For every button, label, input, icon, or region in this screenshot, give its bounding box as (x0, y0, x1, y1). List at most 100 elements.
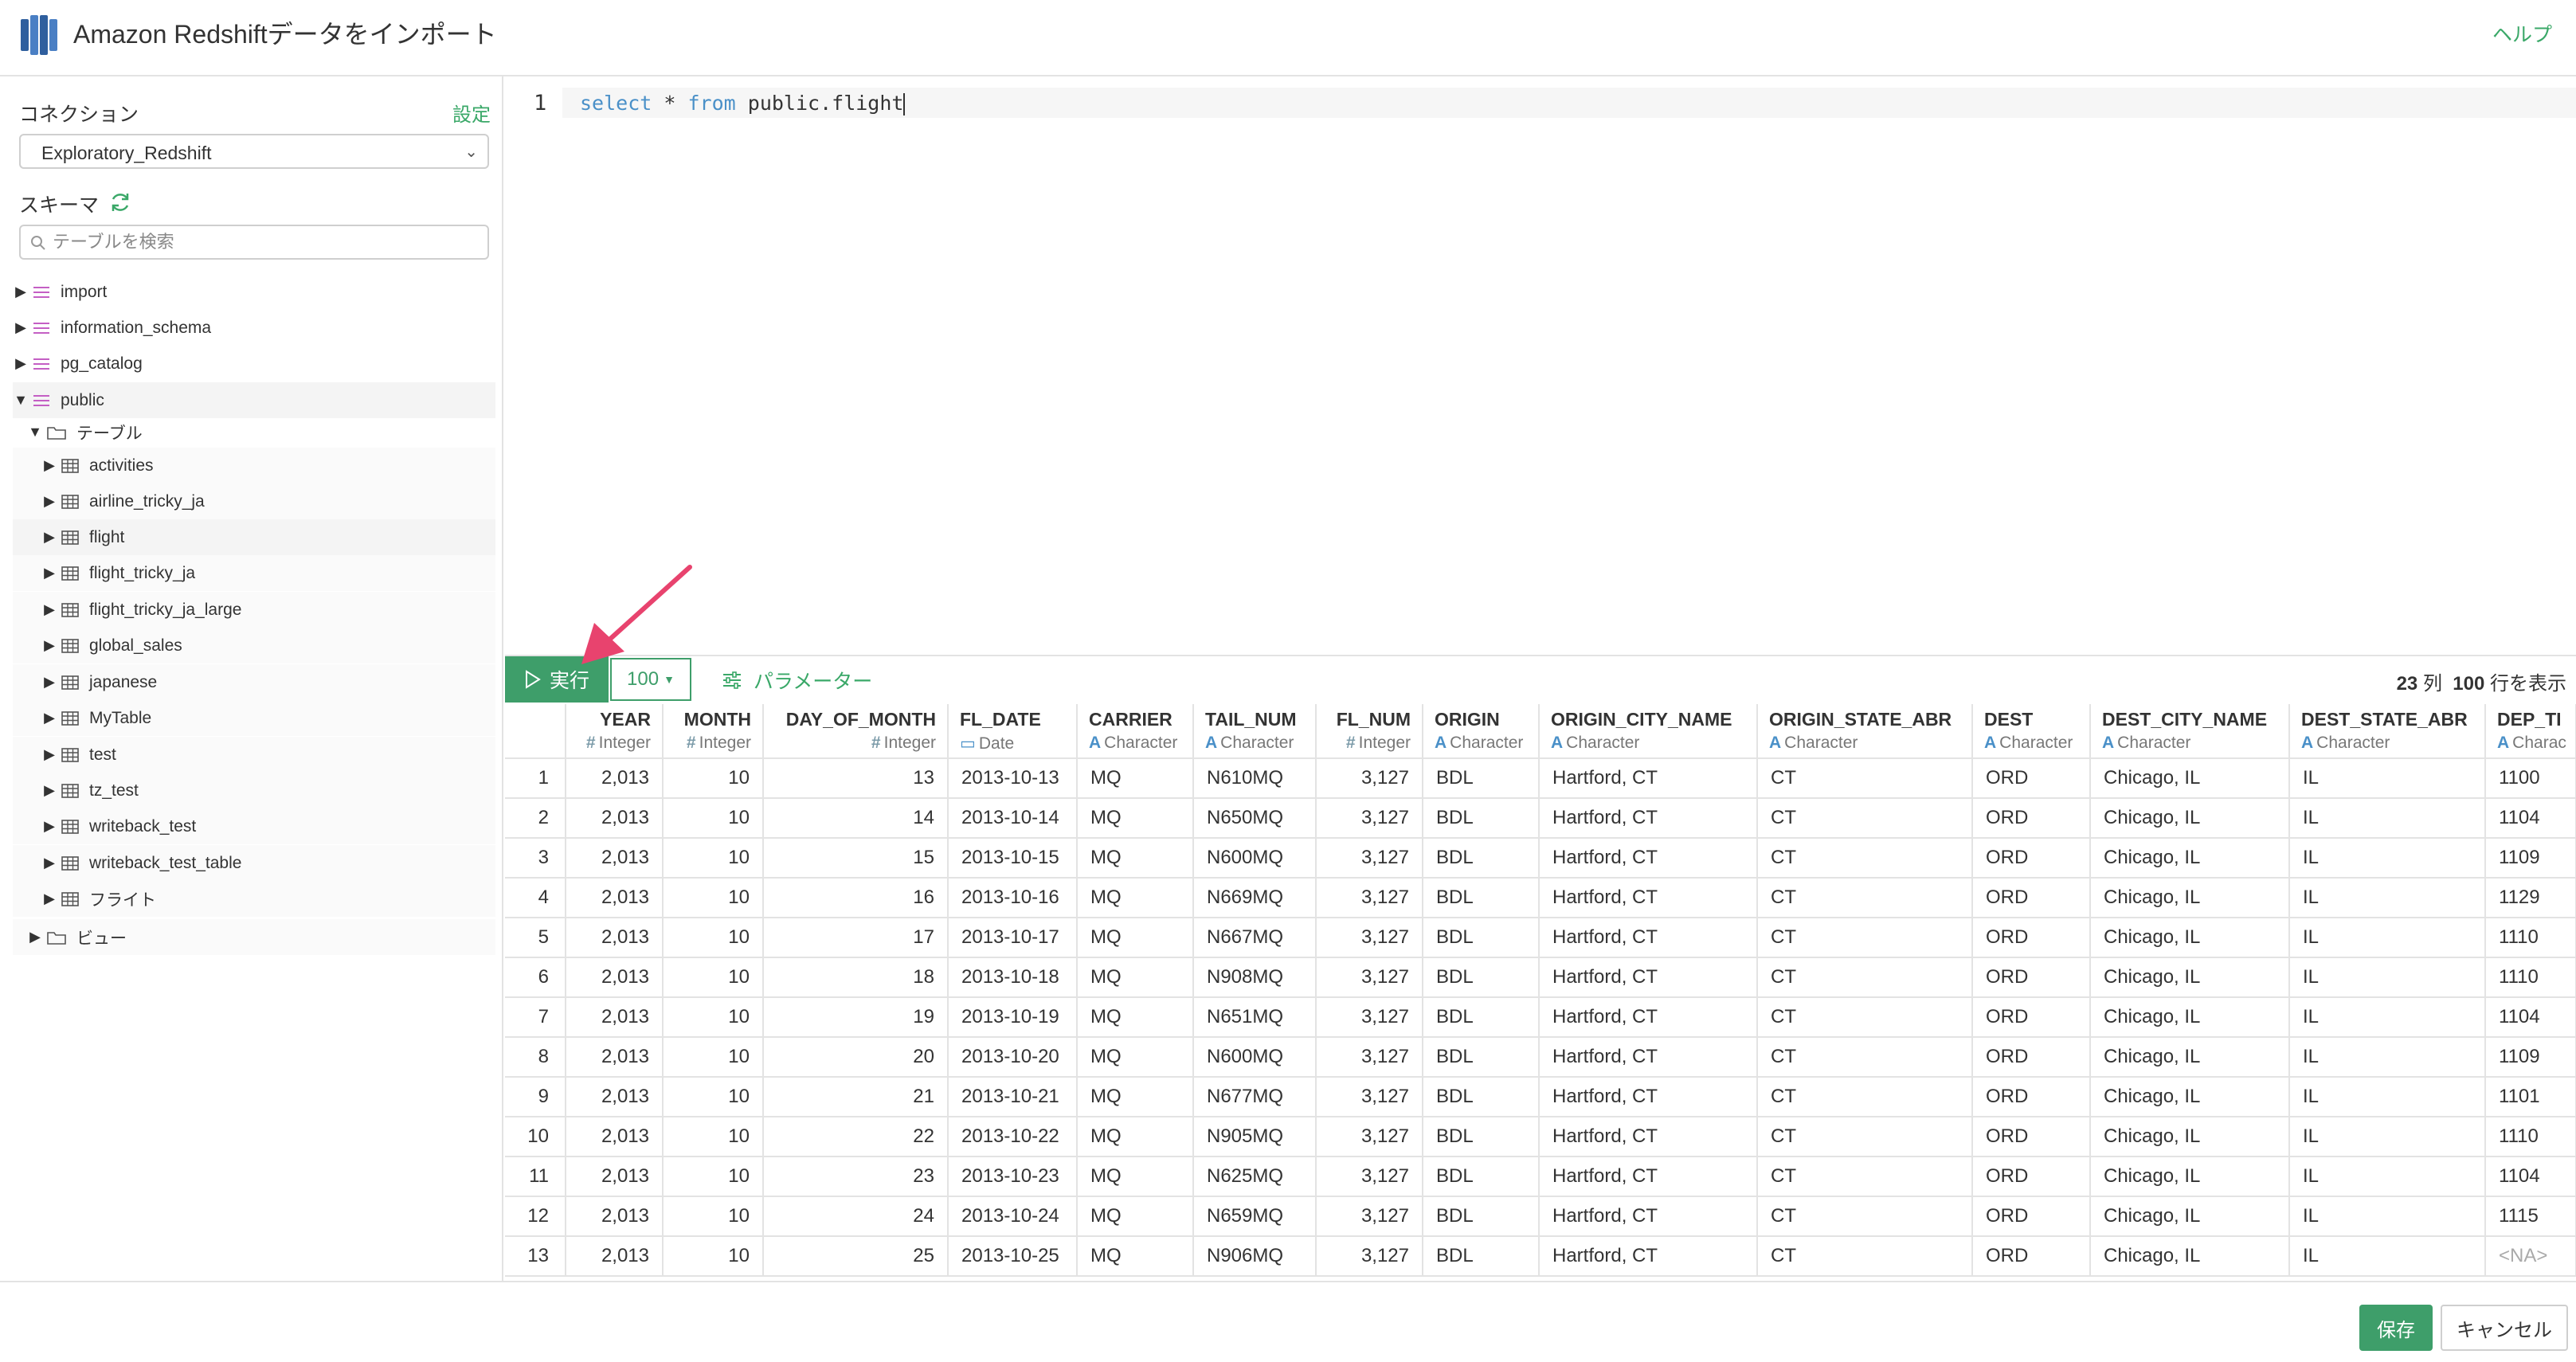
table-row[interactable]: 1 2,013 10 13 2013-10-13 MQ N610MQ 3,127 BDL Hart… (505, 758, 2576, 799)
code-line[interactable]: select * from public.flight (562, 88, 2576, 118)
header-bar: Amazon Redshiftデータをインポート ヘルプ (0, 0, 2576, 76)
caret-right-icon[interactable]: ▶ (41, 782, 57, 799)
column-header[interactable]: DEST A Character (1972, 704, 2091, 759)
table-cell: BDL (1423, 1157, 1540, 1197)
folder-item-tables[interactable]: ▼ テーブル (13, 414, 495, 450)
column-header[interactable]: ORIGIN A Character (1423, 704, 1540, 759)
column-header[interactable]: FL_DATE ▭ Date (948, 704, 1078, 759)
table-cell: 3,127 (1316, 997, 1423, 1038)
table-item[interactable]: ▶ flight_tricky_ja_large (13, 592, 495, 628)
caret-right-icon[interactable]: ▶ (41, 674, 57, 691)
column-header[interactable]: DEST_STATE_ABR A Character (2289, 704, 2486, 759)
settings-link[interactable]: 設定 (452, 99, 491, 127)
caret-down-icon[interactable]: ▼ (27, 424, 43, 440)
caret-right-icon[interactable]: ▶ (41, 855, 57, 871)
table-row[interactable]: 5 2,013 10 17 2013-10-17 MQ N667MQ 3,127 BDL Hart… (505, 918, 2576, 958)
caret-right-icon[interactable]: ▶ (41, 565, 57, 581)
help-link[interactable]: ヘルプ (2492, 19, 2552, 48)
table-cell: Hartford, CT (1539, 997, 1758, 1038)
table-item[interactable]: ▶ flight_tricky_ja (13, 555, 495, 591)
table-item[interactable]: ▶ global_sales (13, 628, 495, 663)
table-cell: 10 (663, 798, 764, 839)
schema-item-information-schema[interactable]: ▶ information_schema (13, 310, 495, 346)
caret-right-icon[interactable]: ▶ (13, 284, 29, 300)
column-header[interactable]: CARRIER A Character (1077, 704, 1194, 759)
caret-right-icon[interactable]: ▶ (41, 529, 57, 546)
table-row[interactable]: 12 2,013 10 24 2013-10-24 MQ N659MQ 3,127 BDL Har… (505, 1196, 2576, 1237)
table-row[interactable]: 13 2,013 10 25 2013-10-25 MQ N906MQ 3,127 BDL Har… (505, 1236, 2576, 1277)
table-cell: 2,013 (566, 758, 664, 799)
table-row[interactable]: 9 2,013 10 21 2013-10-21 MQ N677MQ 3,127 BDL Hart… (505, 1077, 2576, 1117)
table-row[interactable]: 3 2,013 10 15 2013-10-15 MQ N600MQ 3,127 BDL Hart… (505, 838, 2576, 879)
run-button[interactable]: 実行 (505, 656, 609, 703)
table-item[interactable]: ▶ writeback_test_table (13, 845, 495, 881)
schema-item-pg-catalog[interactable]: ▶ pg_catalog (13, 346, 495, 382)
column-header[interactable]: MONTH # Integer (663, 704, 764, 759)
column-header[interactable]: FL_NUM # Integer (1316, 704, 1423, 759)
results-table-container[interactable]: YEAR # Integer MONTH # Integer DAY_OF_MONTH #… (505, 704, 2576, 1281)
column-header[interactable]: ORIGIN_CITY_NAME A Character (1539, 704, 1758, 759)
column-header[interactable]: DAY_OF_MONTH # Integer (763, 704, 949, 759)
caret-right-icon[interactable]: ▶ (41, 710, 57, 726)
column-header[interactable]: DEP_TI A Charac (2485, 704, 2576, 759)
table-cell: 14 (763, 798, 949, 839)
caret-down-icon[interactable]: ▼ (13, 392, 29, 409)
table-row[interactable]: 4 2,013 10 16 2013-10-16 MQ N669MQ 3,127 BDL Hart… (505, 878, 2576, 918)
cancel-button[interactable]: キャンセル (2441, 1305, 2568, 1351)
caret-right-icon[interactable]: ▶ (41, 637, 57, 654)
schema-item-import[interactable]: ▶ import (13, 274, 495, 310)
table-row[interactable]: 7 2,013 10 19 2013-10-19 MQ N651MQ 3,127 BDL Hart… (505, 997, 2576, 1038)
caret-right-icon[interactable]: ▶ (13, 319, 29, 336)
caret-right-icon[interactable]: ▶ (27, 929, 43, 945)
table-cell: 13 (763, 758, 949, 799)
table-row[interactable]: 8 2,013 10 20 2013-10-20 MQ N600MQ 3,127 BDL Hart… (505, 1037, 2576, 1078)
sql-editor[interactable]: 1 select * from public.flight (505, 76, 2576, 655)
table-row[interactable]: 2 2,013 10 14 2013-10-14 MQ N650MQ 3,127 BDL Hart… (505, 798, 2576, 839)
table-item[interactable]: ▶ airline_tricky_ja (13, 483, 495, 519)
table-item[interactable]: ▶ MyTable (13, 700, 495, 736)
table-search-box[interactable] (19, 225, 489, 260)
table-cell: 3,127 (1316, 1077, 1423, 1117)
table-cell: BDL (1423, 918, 1540, 958)
save-button[interactable]: 保存 (2359, 1305, 2433, 1351)
table-search-input[interactable] (53, 229, 475, 255)
schema-item-public[interactable]: ▼ public (13, 382, 495, 418)
table-icon (61, 494, 79, 509)
column-header[interactable]: ORIGIN_STATE_ABR A Character (1757, 704, 1973, 759)
caret-right-icon[interactable]: ▶ (41, 457, 57, 474)
caret-right-icon[interactable]: ▶ (41, 746, 57, 763)
table-cell: 2,013 (566, 1157, 664, 1197)
table-item[interactable]: ▶ activities (13, 448, 495, 483)
table-item[interactable]: ▶ tz_test (13, 773, 495, 808)
table-row[interactable]: 10 2,013 10 22 2013-10-22 MQ N905MQ 3,127 BDL Har… (505, 1117, 2576, 1157)
table-cell: MQ (1077, 997, 1194, 1038)
table-item[interactable]: ▶ writeback_test (13, 808, 495, 844)
caret-right-icon[interactable]: ▶ (41, 818, 57, 835)
table-row[interactable]: 11 2,013 10 23 2013-10-23 MQ N625MQ 3,127 BDL Har… (505, 1157, 2576, 1197)
caret-right-icon[interactable]: ▶ (41, 493, 57, 510)
table-cell: IL (2289, 838, 2486, 879)
table-item[interactable]: ▶ japanese (13, 664, 495, 700)
calendar-type-icon: ▭ (960, 734, 976, 753)
refresh-icon[interactable] (108, 190, 132, 214)
table-item[interactable]: ▶ test (13, 737, 495, 773)
table-icon (61, 638, 79, 653)
row-limit-select[interactable]: 100 ▼ (610, 658, 691, 701)
caret-right-icon[interactable]: ▶ (41, 890, 57, 907)
table-row[interactable]: 6 2,013 10 18 2013-10-18 MQ N908MQ 3,127 BDL Hart… (505, 957, 2576, 998)
page-title: Amazon Redshiftデータをインポート (73, 20, 497, 49)
caret-right-icon[interactable]: ▶ (13, 355, 29, 372)
table-cell: ORD (1972, 838, 2091, 879)
folder-item-views[interactable]: ▶ ビュー (13, 919, 495, 955)
table-cell: N651MQ (1193, 997, 1317, 1038)
column-header[interactable]: DEST_CITY_NAME A Character (2090, 704, 2290, 759)
table-cell: ORD (1972, 957, 2091, 998)
caret-right-icon[interactable]: ▶ (41, 601, 57, 618)
table-item[interactable]: ▶ flight (13, 519, 495, 555)
connection-select[interactable]: Exploratory_Redshift ⌄ (19, 134, 489, 169)
column-header[interactable]: YEAR # Integer (566, 704, 664, 759)
parameters-button[interactable]: パラメーター (722, 666, 872, 695)
column-header[interactable]: TAIL_NUM A Character (1193, 704, 1317, 759)
table-cell: 1115 (2485, 1196, 2576, 1237)
table-item[interactable]: ▶ フライト (13, 881, 495, 917)
